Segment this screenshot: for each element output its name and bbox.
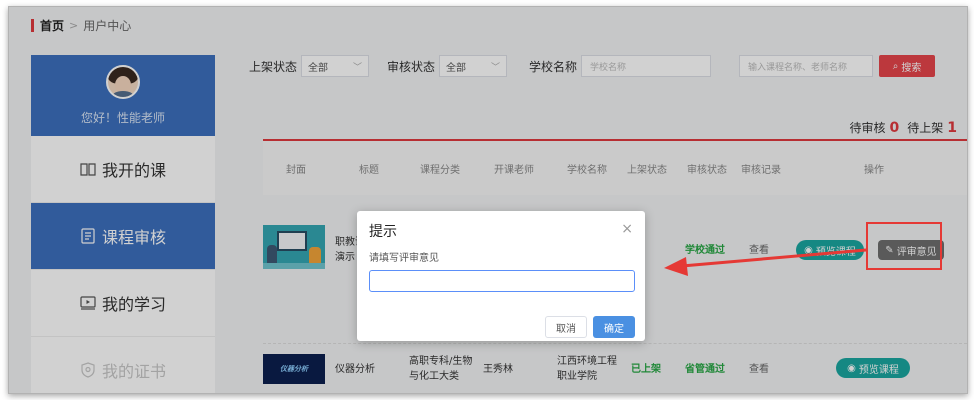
prompt-dialog: 提示 × 请填写评审意见 取消 确定 [357, 211, 645, 341]
confirm-button[interactable]: 确定 [593, 316, 635, 338]
dialog-label: 请填写评审意见 [369, 253, 439, 264]
cancel-button[interactable]: 取消 [545, 316, 587, 338]
close-icon[interactable]: × [621, 221, 633, 237]
highlight-box [866, 222, 942, 270]
review-opinion-input[interactable] [369, 270, 635, 292]
dialog-title: 提示 [369, 224, 397, 240]
